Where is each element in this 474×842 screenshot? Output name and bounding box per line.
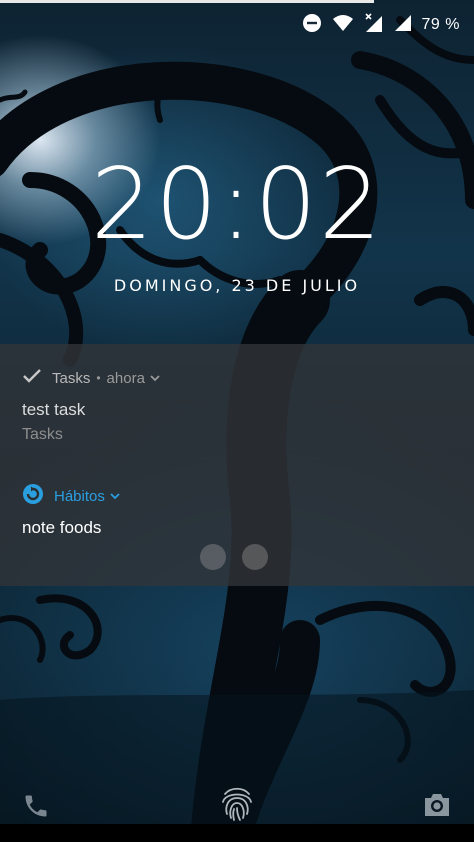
notification-app-name: Hábitos (54, 487, 105, 505)
phone-icon[interactable] (22, 792, 50, 825)
notification-app-name: Tasks (52, 369, 91, 387)
signal-icon (364, 12, 384, 39)
notification-title: test task (22, 400, 86, 419)
battery-percentage: 79 % (421, 16, 460, 33)
notification-tasks[interactable]: Tasks • ahora test task Tasks (0, 366, 474, 444)
notification-text: Tasks (22, 426, 63, 443)
lockscreen-clock: 20:02 (90, 148, 384, 262)
page-dot (200, 544, 226, 570)
top-progress-bar (0, 0, 374, 3)
check-icon (22, 368, 42, 388)
notification-time: ahora (106, 369, 145, 387)
camera-icon[interactable] (422, 791, 452, 824)
fingerprint-icon[interactable] (219, 784, 255, 827)
status-bar: 79 % (302, 12, 460, 38)
separator-dot: • (96, 371, 101, 385)
lockscreen-date: DOMINGO, 23 DE JULIO (113, 276, 361, 295)
navigation-bar (0, 824, 474, 842)
signal-icon (394, 14, 412, 37)
chevron-down-icon[interactable] (149, 370, 161, 387)
chevron-down-icon[interactable] (109, 488, 121, 505)
notification-header: Hábitos (0, 484, 474, 508)
dnd-icon (302, 13, 322, 38)
notification-habitos[interactable]: Hábitos note foods (0, 484, 474, 538)
page-indicator (200, 544, 268, 570)
notification-header: Tasks • ahora (0, 366, 474, 390)
habit-loop-icon (22, 483, 44, 509)
page-dot (242, 544, 268, 570)
notification-title: note foods (22, 518, 102, 537)
wifi-icon (332, 14, 354, 37)
